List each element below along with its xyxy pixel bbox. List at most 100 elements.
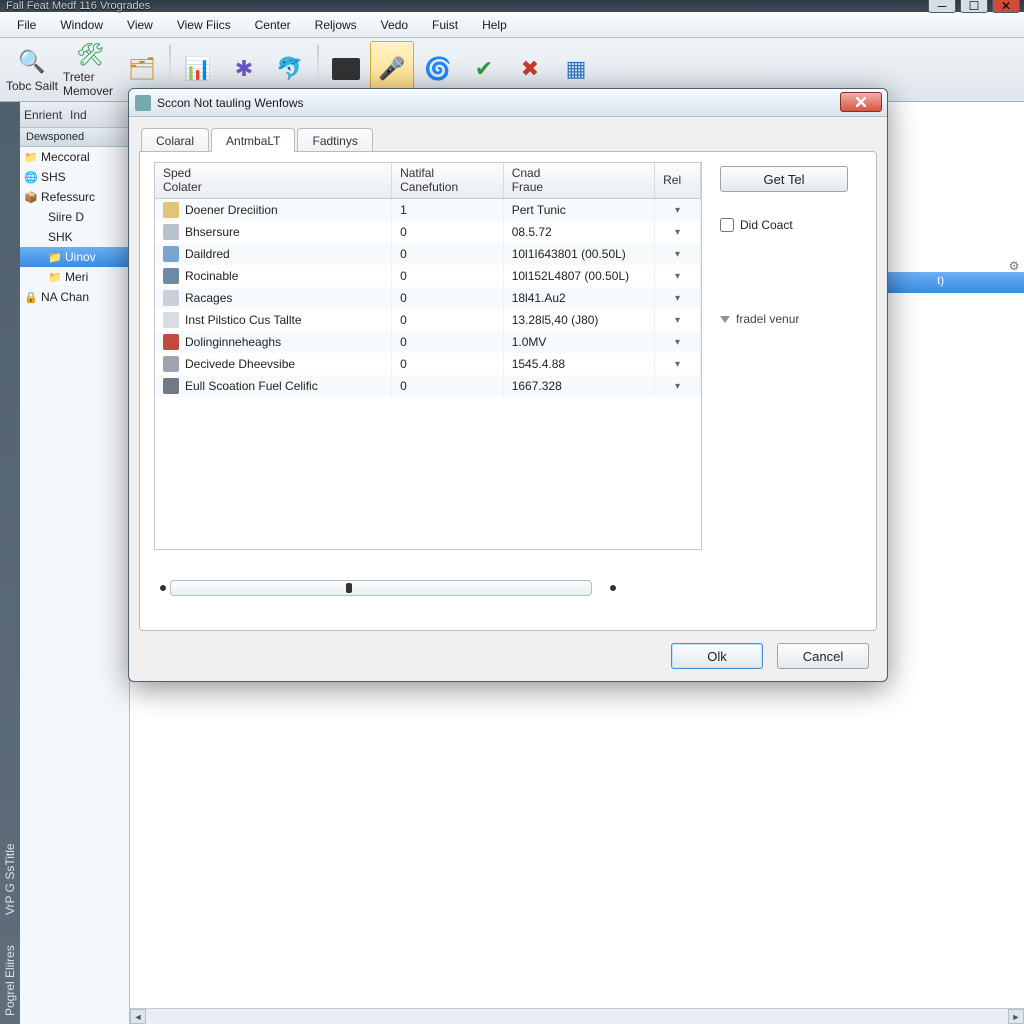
row-icon	[163, 334, 179, 350]
row-v: 18l41.Au2	[504, 287, 655, 309]
row-v: 08.5.72	[504, 221, 655, 243]
menu-center[interactable]: Center	[244, 15, 302, 35]
row-dropdown[interactable]	[655, 353, 701, 375]
checkbox-input[interactable]	[720, 218, 734, 232]
menu-file[interactable]: File	[6, 15, 47, 35]
row-n: 0	[392, 243, 504, 265]
progress-slider[interactable]	[170, 580, 592, 596]
get-tel-button[interactable]: Get Tel	[720, 166, 848, 192]
menu-vedo[interactable]: Vedo	[370, 15, 419, 35]
tree-item[interactable]: Siire D	[20, 207, 129, 227]
row-dropdown[interactable]	[655, 287, 701, 309]
toolbar-icon: 🗂	[127, 54, 157, 84]
scroll-left-icon[interactable]: ◄	[130, 1009, 146, 1024]
col-header-rel[interactable]: Rel	[655, 163, 701, 198]
menu-view fiics[interactable]: View Fiics	[166, 15, 242, 35]
slider-thumb[interactable]	[346, 583, 352, 593]
minimize-button[interactable]: ─	[928, 0, 956, 13]
tree-icon: 📁	[48, 250, 62, 264]
tree-item[interactable]: 🔒NA Chan	[20, 287, 129, 307]
tree-label: SHK	[48, 230, 73, 244]
menu-reljows[interactable]: Reljows	[304, 15, 368, 35]
toolbar-label: Tobc Sailt	[6, 79, 58, 93]
row-name: Bhsersure	[185, 225, 240, 239]
row-dropdown[interactable]	[655, 375, 701, 397]
dialog-tab[interactable]: Colaral	[141, 128, 209, 152]
row-name: Decivede Dheevsibe	[185, 357, 295, 371]
table-row[interactable]: Bhsersure008.5.72	[155, 221, 701, 243]
cancel-button[interactable]: Cancel	[777, 643, 869, 669]
menu-help[interactable]: Help	[471, 15, 518, 35]
row-name: Racages	[185, 291, 232, 305]
expander-label: fradel venur	[736, 312, 799, 326]
did-coact-checkbox[interactable]: Did Coact	[720, 218, 862, 232]
row-name: Inst Pilstico Cus Tallte	[185, 313, 302, 327]
menu-fuist[interactable]: Fuist	[421, 15, 469, 35]
menu-view[interactable]: View	[116, 15, 164, 35]
row-name: Daildred	[185, 247, 230, 261]
tree-item[interactable]: 🌐SHS	[20, 167, 129, 187]
row-dropdown[interactable]	[655, 309, 701, 331]
data-grid[interactable]: SpedColater NatifalCanefution CnadFraue …	[154, 162, 702, 550]
row-name: Doener Dreciition	[185, 203, 278, 217]
content-h-scrollbar[interactable]: ◄ ►	[130, 1008, 1024, 1024]
table-row[interactable]: Dolinginneheaghs 01.0MV	[155, 331, 701, 353]
settings-dialog: Sccon Not tauling Wenfows ColaralAntmbaL…	[128, 88, 888, 682]
col-header-v[interactable]: CnadFraue	[504, 163, 655, 198]
menu-window[interactable]: Window	[49, 15, 114, 35]
row-dropdown[interactable]	[655, 199, 701, 221]
row-name: Dolinginneheaghs	[185, 335, 281, 349]
toolbar-icon: 🐬	[275, 54, 305, 84]
fradel-expander[interactable]: fradel venur	[720, 312, 862, 326]
tree-label: Uinov	[65, 250, 96, 264]
tree-label: Meccoral	[41, 150, 90, 164]
dialog-title: Sccon Not tauling Wenfows	[157, 96, 304, 110]
dialog-icon	[135, 95, 151, 111]
table-row[interactable]: Inst Pilstico Cus Tallte013.28l5,40 (J80…	[155, 309, 701, 331]
maximize-button[interactable]: ☐	[960, 0, 988, 13]
table-row[interactable]: Decivede Dheevsibe01545.4.88	[155, 353, 701, 375]
toolbar-icon: 🌀	[423, 54, 453, 84]
tree-item[interactable]: 📁Meri	[20, 267, 129, 287]
table-row[interactable]: Rocinable010l152L4807 (00.50L)	[155, 265, 701, 287]
col-header-name[interactable]: SpedColater	[155, 163, 392, 198]
dialog-tab[interactable]: Fadtinys	[297, 128, 372, 152]
toolbar-icon: ✔	[469, 54, 499, 84]
tree-item[interactable]: 📁Uinov	[20, 247, 129, 267]
row-dropdown[interactable]	[655, 221, 701, 243]
row-v: 1.0MV	[504, 331, 655, 353]
tree-icon: 📁	[24, 150, 38, 164]
toolbar-icon: ▦	[561, 54, 591, 84]
tree-item[interactable]: 📦Refessurc	[20, 187, 129, 207]
side-tab[interactable]: Ind	[70, 108, 87, 122]
side-tab[interactable]: Enrient	[24, 108, 62, 122]
row-icon	[163, 356, 179, 372]
close-button[interactable]: ✕	[992, 0, 1020, 13]
row-v: 10l1I643801 (00.50L)	[504, 243, 655, 265]
row-icon	[163, 224, 179, 240]
tree-item[interactable]: 📁Meccoral	[20, 147, 129, 167]
row-n: 0	[392, 375, 504, 397]
row-n: 0	[392, 353, 504, 375]
row-dropdown[interactable]	[655, 265, 701, 287]
toolbar-button[interactable]: 🛠Treter Memover	[62, 41, 118, 99]
toolbar-button[interactable]: 🔍Tobc Sailt	[4, 41, 60, 99]
dialog-titlebar[interactable]: Sccon Not tauling Wenfows	[129, 89, 887, 117]
side-panel: Enrient Ind Dewsponed 📁Meccoral🌐SHS📦Refe…	[20, 102, 130, 1024]
tree-item[interactable]: SHK	[20, 227, 129, 247]
row-dropdown[interactable]	[655, 331, 701, 353]
table-row[interactable]: Doener Dreciition1Pert Tunic	[155, 199, 701, 221]
dialog-tab[interactable]: AntmbaLT	[211, 128, 295, 152]
ok-button[interactable]: Olk	[671, 643, 763, 669]
row-dropdown[interactable]	[655, 243, 701, 265]
col-header-n[interactable]: NatifalCanefution	[392, 163, 504, 198]
tree-icon: 📦	[24, 190, 38, 204]
grid-header: SpedColater NatifalCanefution CnadFraue …	[155, 163, 701, 199]
table-row[interactable]: Racages018l41.Au2	[155, 287, 701, 309]
table-row[interactable]: Daildred 010l1I643801 (00.50L)	[155, 243, 701, 265]
tree-label: Meri	[65, 270, 88, 284]
table-row[interactable]: Eull Scoation Fuel Celific01667.328	[155, 375, 701, 397]
dialog-close-button[interactable]	[840, 92, 882, 112]
scroll-right-icon[interactable]: ►	[1008, 1009, 1024, 1024]
row-n: 0	[392, 331, 504, 353]
